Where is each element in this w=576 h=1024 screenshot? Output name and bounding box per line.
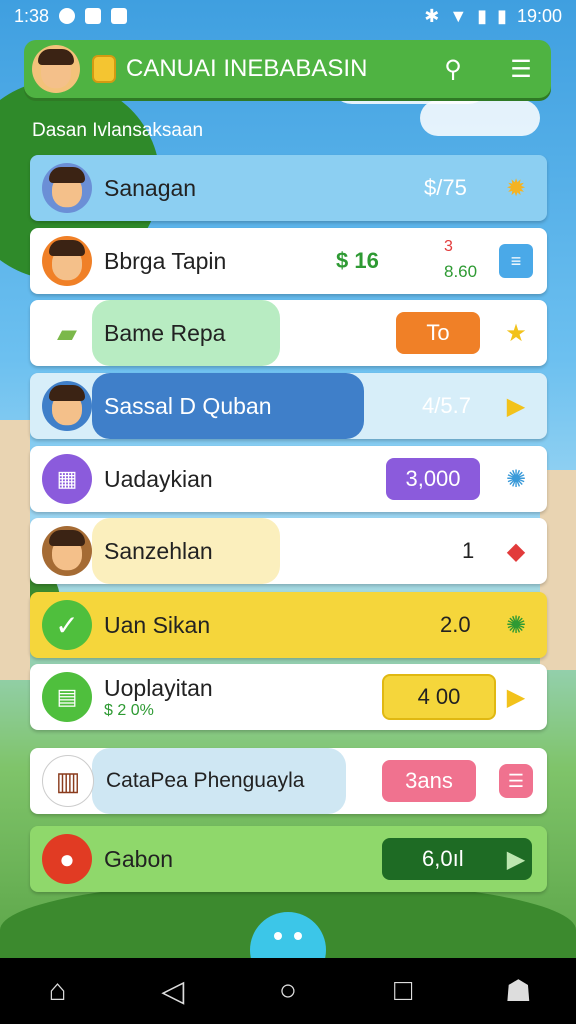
status-bar: 1:38 ✱ ▼ ▮ ▮ 19:00 [0,0,576,32]
gallery-icon [85,8,102,24]
menu-icon[interactable]: ☰ [504,52,538,86]
list-item-2[interactable]: Bbrga Tapin $ 16 3 8.60 ≡ [30,228,547,294]
item-value: $/75 [424,175,467,200]
item-value: $ 16 [336,248,379,273]
item-label: Sanzehlan [104,537,213,564]
calendar-icon: ▦ [42,454,92,504]
item-pill[interactable]: 4 00 [382,674,496,720]
item-extra-top: 3 [444,238,453,255]
item-pill[interactable]: 3,000 [386,458,480,500]
list-item-4[interactable]: Sassal D Quban 4/5.7 ▶ [30,373,547,439]
bluetooth-icon: ✱ [424,5,440,26]
item-label: Sassal D Quban [104,392,272,419]
system-nav-bar: ⌂ ◁ ○ □ ☗ [0,958,576,1024]
back-icon[interactable]: ◁ [153,974,193,1009]
avatar-icon [42,526,92,576]
page-title: CANUAI INEBABASIN [126,55,368,82]
profile-icon[interactable]: ☗ [498,974,538,1009]
play-icon[interactable]: ▶ [499,680,533,714]
list-item-7[interactable]: ✓ Uan Sikan 2.0 ✺ [30,592,547,658]
recents-icon[interactable]: □ [383,974,423,1008]
avatar[interactable] [32,45,80,93]
battery-icon: ▮ [497,5,507,26]
pacman-icon: ● [42,834,92,884]
list-item-1[interactable]: Sanagan $/75 ✹ [30,155,547,221]
item-label: Gabon [104,845,174,872]
checkmark-icon: ✓ [42,600,92,650]
list-item-5[interactable]: ▦ Uadaykian 3,000 ✺ [30,446,547,512]
menu-icon[interactable]: ☰ [499,764,533,798]
item-label: Sanagan [104,174,197,201]
avatar-icon [42,381,92,431]
item-value: 2.0 [440,612,471,637]
notification-icon [59,8,76,24]
play-icon[interactable]: ▶ [499,389,533,423]
list-item-9[interactable]: ▥ CataPea Phenguayla 3ans ☰ [30,748,547,814]
clock-left: 1:38 [14,5,50,26]
top-header: CANUAI INEBABASIN ⚲ ☰ [24,40,551,98]
home-circle-icon[interactable]: ○ [268,974,308,1008]
item-sublabel: $ 2 0% [104,701,154,719]
wifi-icon: ▼ [449,5,468,26]
item-label: Bbrga Tapin [104,247,227,274]
signal-icon: ▮ [477,5,488,26]
search-icon[interactable]: ⚲ [436,52,470,86]
app-icon [111,8,128,24]
section-subtitle: Dasan Ivlansaksaan [32,120,204,141]
item-label: Uoplayitan [104,674,213,701]
avatar-icon [42,236,92,286]
list-item-6[interactable]: Sanzehlan 1 ◆ [30,518,547,584]
home-icon[interactable]: ⌂ [38,974,78,1008]
list-item-10[interactable]: ● Gabon 6,0ıl ▶ [30,826,547,892]
item-pill[interactable]: 3ans [382,760,476,802]
gear-icon[interactable]: ✺ [499,462,533,496]
item-value: 1 [462,538,475,563]
play-icon[interactable]: ▶ [499,842,533,876]
item-label: Bame Repa [104,319,226,346]
item-label: CataPea Phenguayla [106,769,305,792]
item-value: 4/5.7 [422,393,471,418]
gear-icon[interactable]: ✺ [499,608,533,642]
gem-icon[interactable]: ◆ [499,534,533,568]
coin-icon [92,55,116,83]
item-label: Uan Sikan [104,611,211,638]
scroll-icon: ▥ [42,755,94,807]
item-label: Uadaykian [104,465,213,492]
avatar-icon [42,163,92,213]
sun-gear-icon[interactable]: ✹ [499,171,533,205]
list-item-8[interactable]: ▤ Uoplayitan $ 2 0% 4 00 ▶ [30,664,547,730]
list-item-3[interactable]: ▰ Bame Repa To ★ [30,300,547,366]
chest-icon: ▤ [42,672,92,722]
item-extra: 8.60 [444,262,478,281]
item-pill[interactable]: To [396,312,480,354]
list-icon[interactable]: ≡ [499,244,533,278]
ticket-icon: ▰ [42,308,92,358]
star-icon[interactable]: ★ [499,316,533,350]
clock-right: 19:00 [516,5,562,26]
